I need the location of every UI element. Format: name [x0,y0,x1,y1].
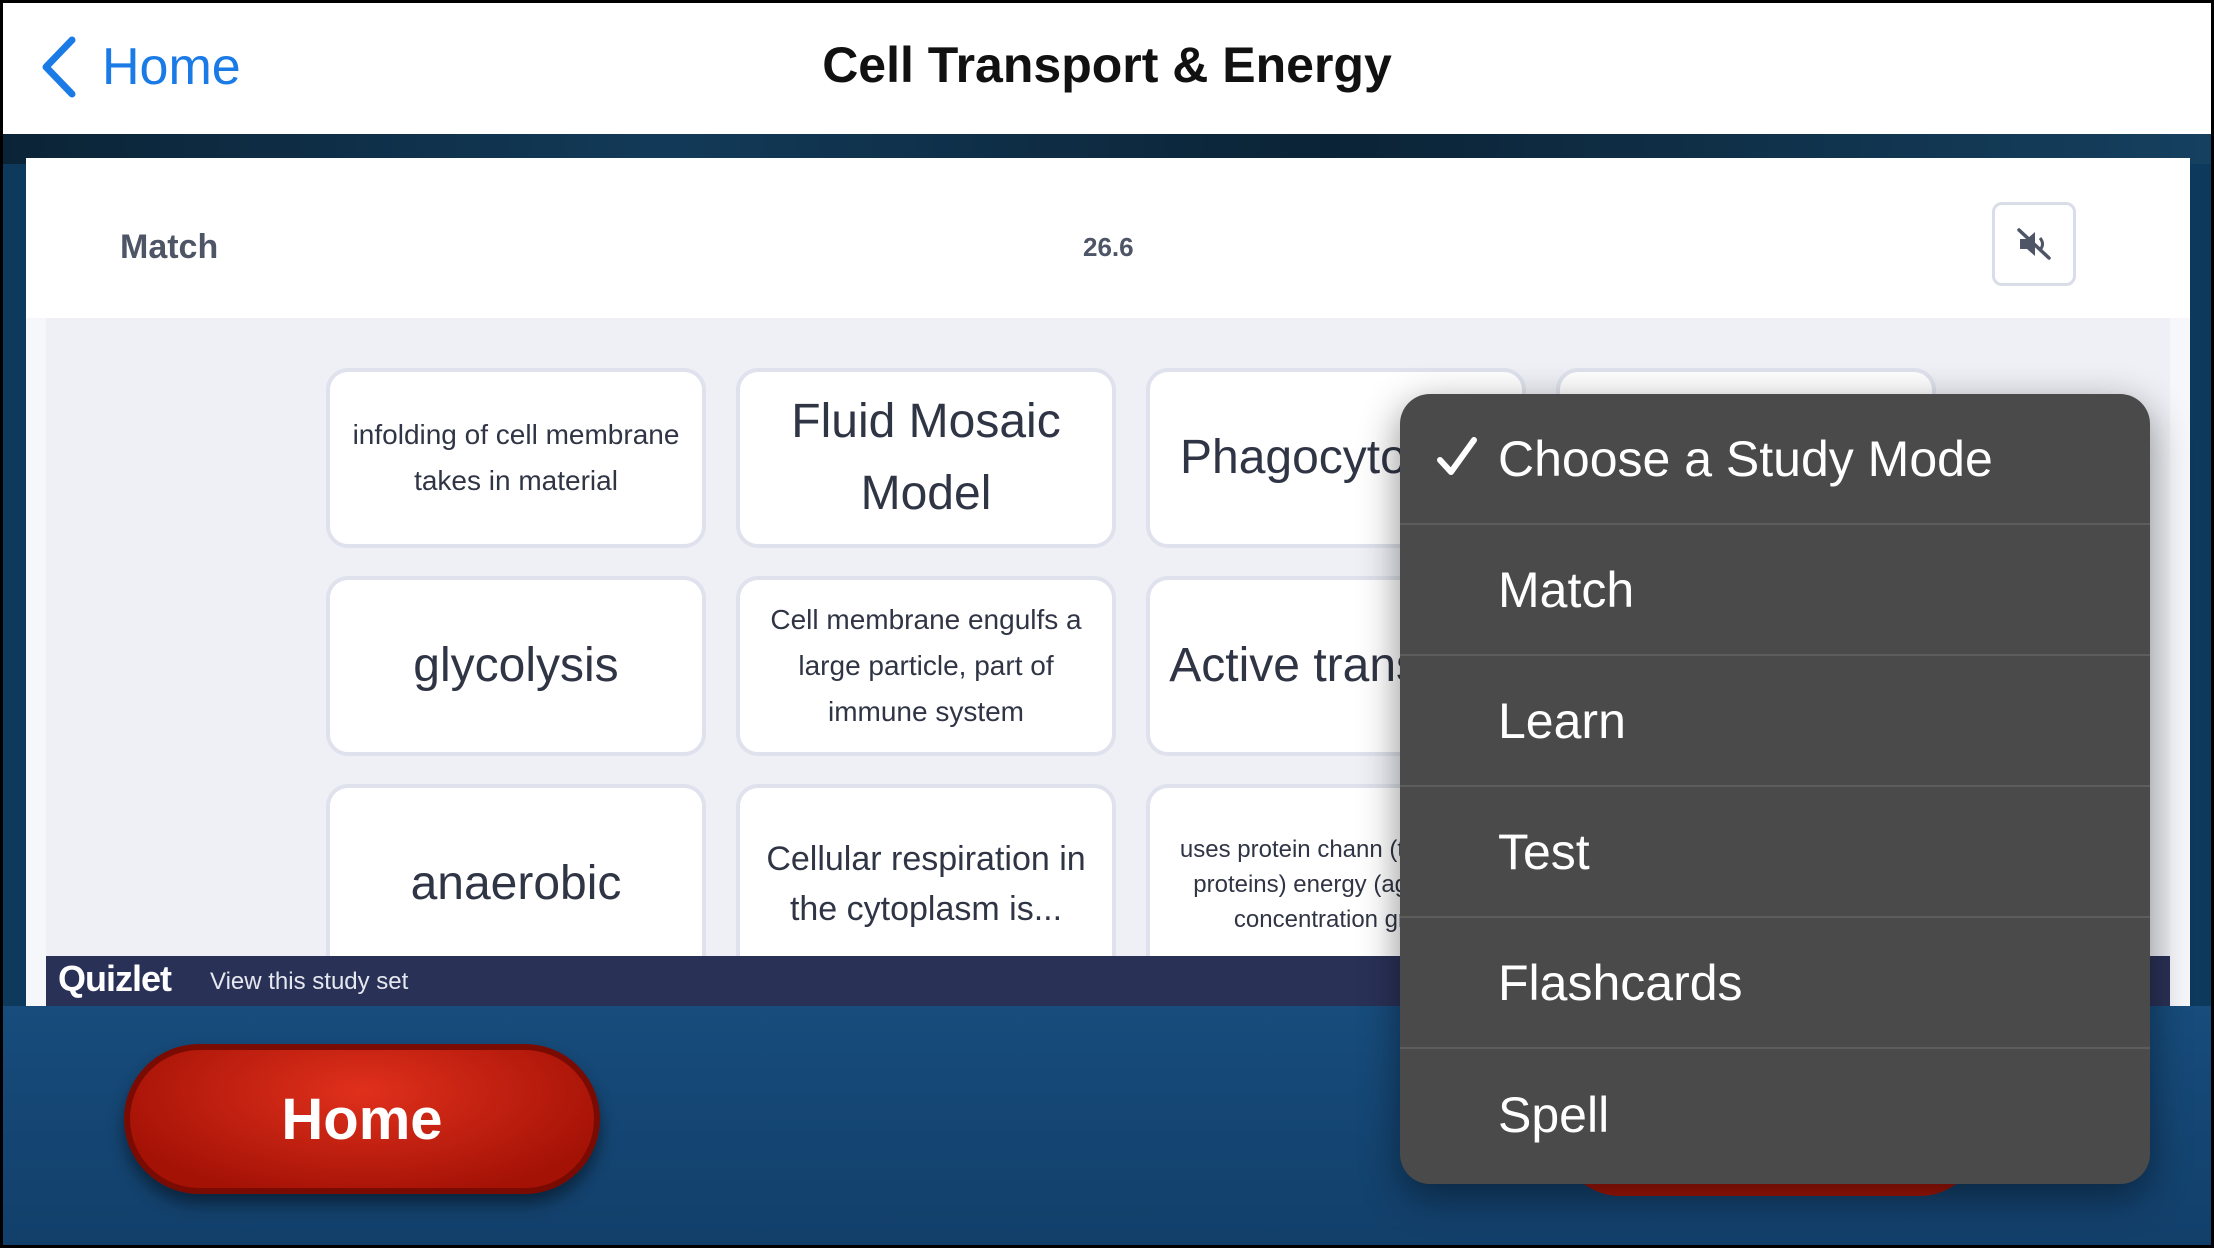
view-study-set-link[interactable]: View this study set [210,968,408,996]
menu-item-label: Test [1498,823,1590,880]
match-card[interactable]: glycolysis [326,576,706,756]
match-card[interactable]: anaerobic [326,784,706,984]
page-title: Cell Transport & Energy [822,37,1392,93]
study-mode-menu: Choose a Study Mode Match Learn Test Fla… [1400,394,2150,1184]
mute-button[interactable] [1992,202,2076,286]
speaker-muted-icon [2017,228,2051,260]
menu-item-spell[interactable]: Spell [1400,1049,2150,1180]
match-card[interactable]: infolding of cell membrane takes in mate… [326,368,706,548]
menu-item-learn[interactable]: Learn [1400,656,2150,787]
menu-item-label: Spell [1498,1086,1610,1143]
menu-item-test[interactable]: Test [1400,787,2150,918]
nav-bar: Home Cell Transport & Energy [0,0,2214,136]
mode-label: Match [120,228,219,266]
match-card[interactable]: Cellular respiration in the cytoplasm is… [736,784,1116,984]
timer: 26.6 [1083,232,1134,262]
embed-header: Match 26.6 [26,158,2190,318]
quizlet-logo: Quizlet [58,958,172,999]
menu-item-label: Learn [1498,692,1626,749]
menu-item-label: Match [1498,561,1635,618]
menu-item-match[interactable]: Match [1400,525,2150,656]
menu-item-label: Choose a Study Mode [1498,430,1993,487]
menu-item-label: Flashcards [1498,954,1743,1011]
menu-item-choose-study-mode[interactable]: Choose a Study Mode [1400,394,2150,525]
home-button-label: Home [281,1086,443,1152]
checkmark-icon [1437,437,1477,475]
match-card[interactable]: Cell membrane engulfs a large particle, … [736,576,1116,756]
match-card[interactable]: Fluid Mosaic Model [736,368,1116,548]
menu-item-flashcards[interactable]: Flashcards [1400,918,2150,1049]
home-button[interactable]: Home [124,1044,600,1194]
